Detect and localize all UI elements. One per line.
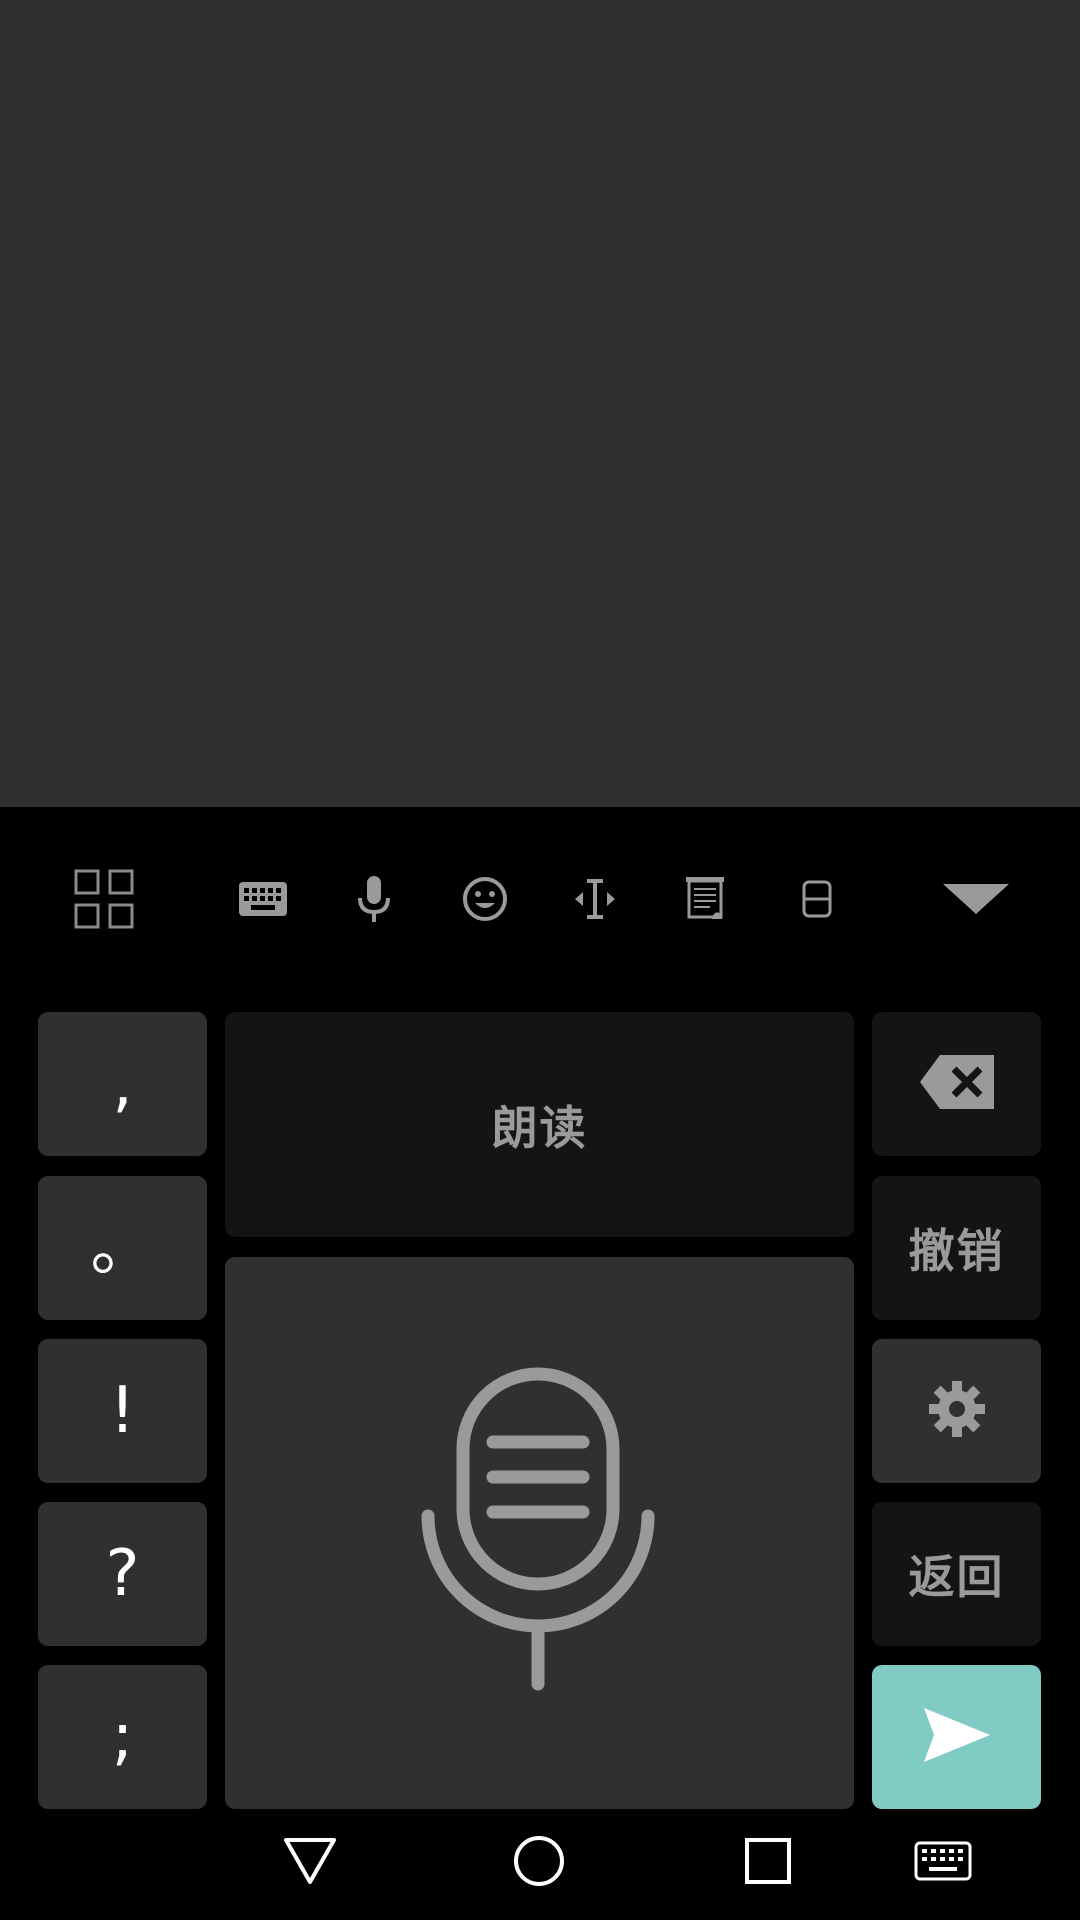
send-button[interactable] (872, 1665, 1041, 1809)
send-icon (923, 1708, 990, 1766)
question-key-label: ? (105, 1537, 140, 1611)
keyboard-switch-icon[interactable] (893, 1811, 993, 1911)
read-aloud-label: 朗读 (491, 1100, 588, 1155)
undo-button[interactable]: 撤销 (872, 1176, 1041, 1320)
voice-input-button[interactable] (225, 1257, 854, 1809)
read-aloud-button[interactable]: 朗读 (225, 1012, 854, 1237)
keyboard-icon[interactable] (213, 849, 313, 949)
voice-keyboard: , 。 ! ? ; 朗读 撤销 返回 (0, 807, 1080, 1920)
exclamation-key[interactable]: ! (38, 1339, 207, 1483)
semicolon-key[interactable]: ; (38, 1665, 207, 1809)
home-circle-icon[interactable] (489, 1811, 589, 1911)
question-key[interactable]: ? (38, 1502, 207, 1646)
comma-key[interactable]: , (38, 1012, 207, 1156)
backspace-button[interactable] (872, 1012, 1041, 1156)
voice-microphone-icon (420, 1366, 660, 1700)
comma-key-label: , (112, 1047, 133, 1121)
one-handed-icon[interactable] (767, 849, 867, 949)
apps-grid-icon[interactable] (54, 849, 154, 949)
gear-icon (927, 1379, 987, 1443)
clipboard-icon[interactable] (656, 849, 756, 949)
back-triangle-icon[interactable] (260, 1811, 360, 1911)
recents-square-icon[interactable] (718, 1811, 818, 1911)
microphone-icon[interactable] (324, 849, 424, 949)
back-label: 返回 (908, 1550, 1005, 1604)
backspace-icon (919, 1055, 994, 1113)
back-button[interactable]: 返回 (872, 1502, 1041, 1646)
app-content-area (0, 0, 1080, 807)
cursor-move-icon[interactable] (545, 849, 645, 949)
exclamation-key-label: ! (109, 1374, 136, 1448)
settings-button[interactable] (872, 1339, 1041, 1483)
semicolon-key-label: ; (111, 1700, 134, 1774)
emoji-icon[interactable] (435, 849, 535, 949)
collapse-triangle-icon[interactable] (926, 849, 1026, 949)
period-key[interactable]: 。 (38, 1176, 207, 1320)
undo-label: 撤销 (908, 1224, 1005, 1278)
period-key-label: 。 (90, 1211, 155, 1285)
